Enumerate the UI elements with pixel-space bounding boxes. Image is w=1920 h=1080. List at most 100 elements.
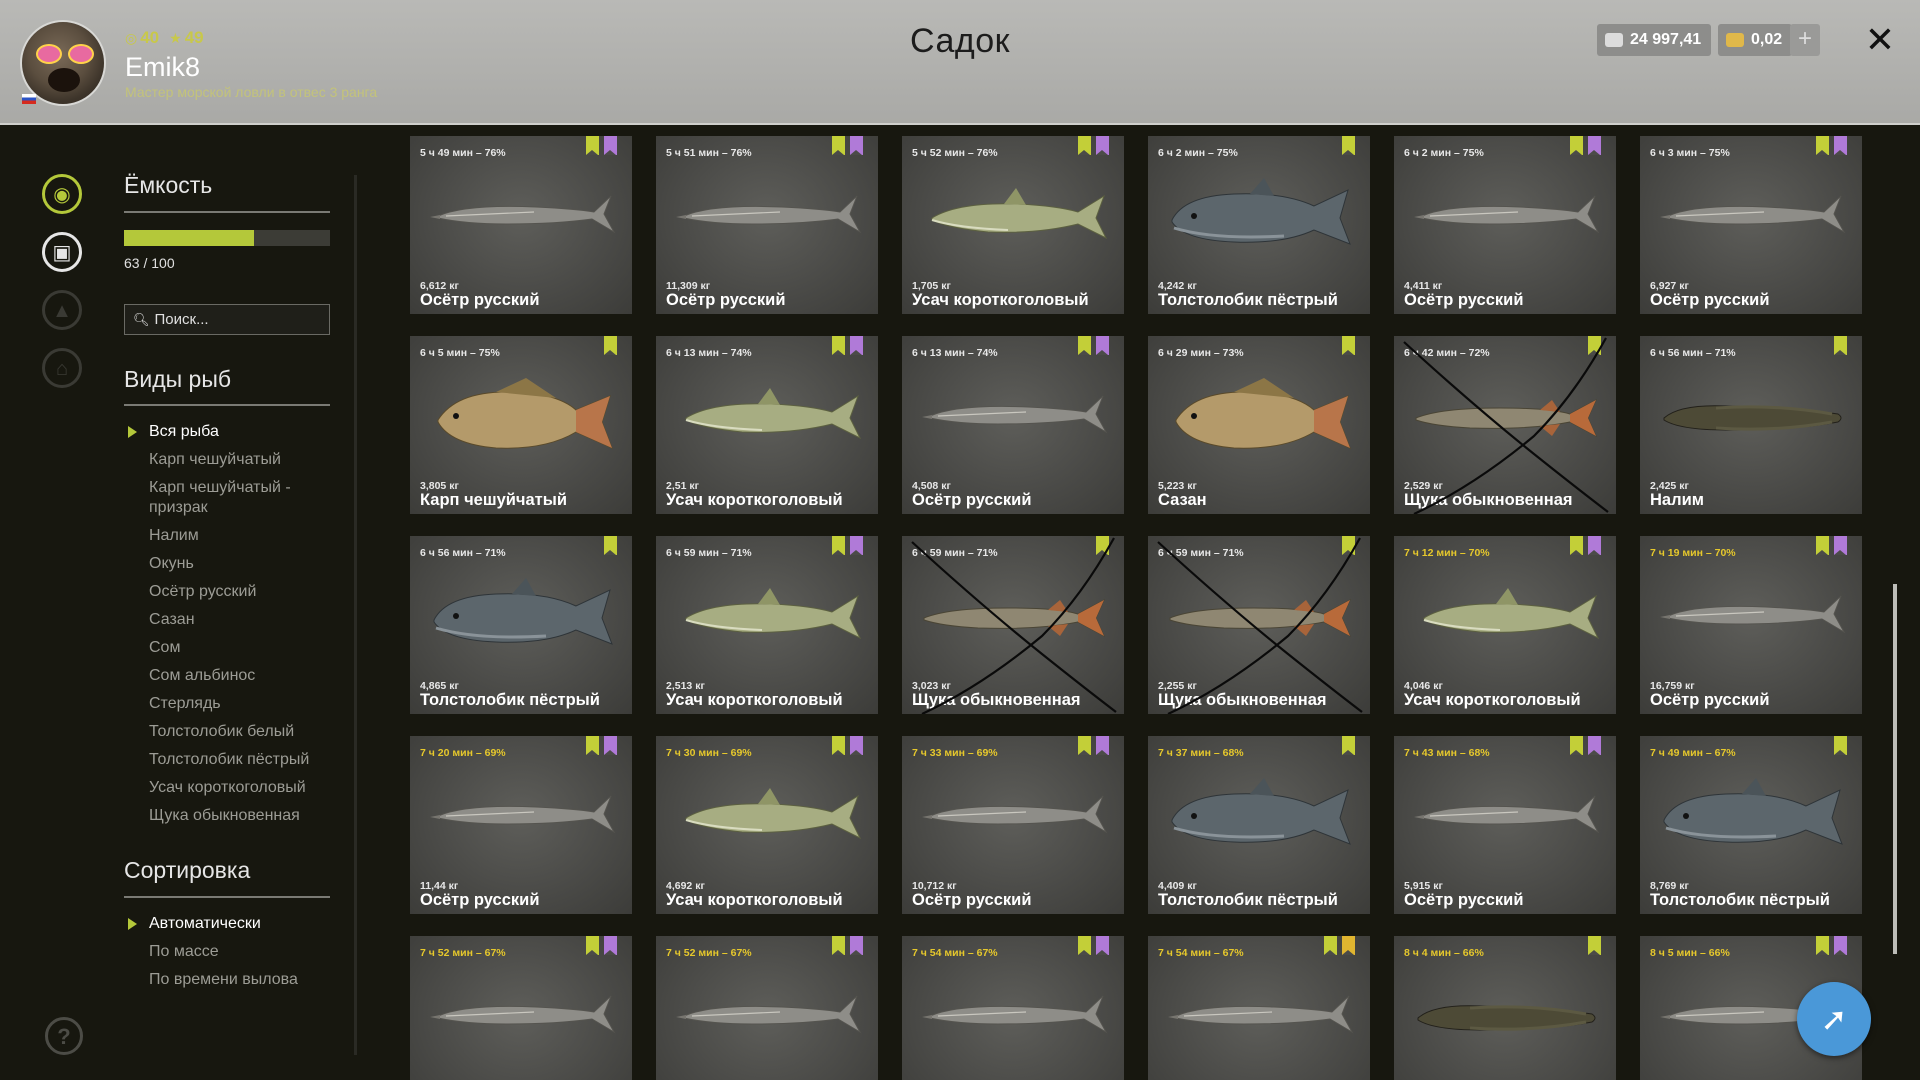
bookmark-marks (1588, 336, 1601, 355)
fish-name: Осётр русский (1650, 291, 1770, 309)
sturgeon-fish-image (676, 995, 862, 1034)
green-bookmark-icon (1570, 736, 1583, 755)
green-bookmark-icon (604, 336, 617, 355)
fish-card[interactable]: 6 ч 59 мин – 71% 3,023 кг Щука обыкновенна… (902, 536, 1124, 714)
sturgeon-fish-image (1168, 995, 1354, 1034)
fish-card[interactable]: 6 ч 5 мин – 75% 3,805 кг Карп чешуйчатый (410, 336, 632, 514)
cursor-mode-button[interactable]: ➚ (1797, 982, 1871, 1056)
green-bookmark-icon (1816, 136, 1829, 155)
green-bookmark-icon (1570, 136, 1583, 155)
divider (124, 404, 330, 406)
barbel-fish-image (685, 788, 862, 840)
purple-bookmark-icon (850, 936, 863, 955)
purple-bookmark-icon (850, 136, 863, 155)
species-filter-item[interactable]: Осётр русский (124, 582, 334, 602)
trophy-icon[interactable]: ▲ (42, 290, 82, 330)
fish-card[interactable]: 6 ч 56 мин – 71% 2,425 кг Налим (1640, 336, 1862, 514)
fish-card[interactable]: 6 ч 13 мин – 74% 4,508 кг Осётр русский (902, 336, 1124, 514)
cooler-icon[interactable]: ▣ (42, 232, 82, 272)
catch-time: 7 ч 52 мин – 67% (420, 947, 506, 959)
sort-option-item[interactable]: По массе (124, 942, 334, 962)
fish-card[interactable]: 5 ч 49 мин – 76% 6,612 кг Осётр русский (410, 136, 632, 314)
fish-card[interactable]: 7 ч 19 мин – 70% 16,759 кг Осётр русский (1640, 536, 1862, 714)
green-bookmark-icon (1342, 136, 1355, 155)
country-flag-icon (22, 94, 36, 104)
species-filter-item[interactable]: Толстолобик пёстрый (124, 750, 334, 770)
fish-card[interactable]: 7 ч 30 мин – 69% 4,692 кг Усач короткоголо… (656, 736, 878, 914)
fish-name: Осётр русский (666, 291, 786, 309)
fish-card[interactable]: 7 ч 20 мин – 69% 11,44 кг Осётр русский (410, 736, 632, 914)
sort-option-item[interactable]: По времени вылова (124, 970, 334, 990)
species-filter-item[interactable]: Налим (124, 526, 334, 546)
avatar-mouth (48, 68, 80, 92)
fish-card[interactable]: 7 ч 54 мин – 67%15,268 кгОсётр русский (902, 936, 1124, 1080)
fish-card[interactable]: 7 ч 12 мин – 70% 4,046 кг Усач короткоголо… (1394, 536, 1616, 714)
fish-card[interactable]: 8 ч 4 мин – 66%2,834 кгНалим (1394, 936, 1616, 1080)
sturgeon-fish-image (1660, 595, 1846, 634)
fish-card[interactable]: 7 ч 43 мин – 68% 5,915 кг Осётр русский (1394, 736, 1616, 914)
fish-name: Толстолобик пёстрый (1158, 291, 1338, 309)
fish-card[interactable]: 6 ч 2 мин – 75% 4,411 кг Осётр русский (1394, 136, 1616, 314)
species-filter-item[interactable]: Окунь (124, 554, 334, 574)
green-bookmark-icon (1078, 136, 1091, 155)
fish-card[interactable]: 6 ч 59 мин – 71% 2,255 кг Щука обыкновенна… (1148, 536, 1370, 714)
fish-name: Щука обыкновенная (1158, 691, 1327, 709)
carp-fish-image (1175, 378, 1351, 449)
green-bookmark-icon (1588, 936, 1601, 955)
divider (124, 896, 330, 898)
catch-time: 6 ч 13 мин – 74% (912, 347, 998, 359)
fish-card[interactable]: 6 ч 29 мин – 73% 5,223 кг Сазан (1148, 336, 1370, 514)
species-filter-item[interactable]: Сом (124, 638, 334, 658)
purple-bookmark-icon (604, 736, 617, 755)
fish-card[interactable]: 7 ч 49 мин – 67% 8,769 кг Толстолобик пёст… (1640, 736, 1862, 914)
fish-card[interactable]: 5 ч 52 мин – 76% 1,705 кг Усач короткоголо… (902, 136, 1124, 314)
fish-card[interactable]: 5 ч 51 мин – 76% 11,309 кг Осётр русский (656, 136, 878, 314)
fish-name: Щука обыкновенная (1404, 491, 1573, 509)
species-filter-item[interactable]: Вся рыба (124, 422, 334, 442)
species-filter-item[interactable]: Щука обыкновенная (124, 806, 334, 826)
keepnet-fish-icon[interactable]: ◉ (42, 174, 82, 214)
fish-name: Осётр русский (420, 891, 540, 909)
search-input[interactable]: 🔍︎ Поиск... (124, 304, 330, 335)
fish-name: Карп чешуйчатый (420, 491, 567, 509)
species-filter-item[interactable]: Усач короткоголовый (124, 778, 334, 798)
sturgeon-fish-image (430, 195, 616, 234)
home-icon[interactable]: ⌂ (42, 348, 82, 388)
add-currency-button[interactable]: + (1790, 24, 1820, 56)
bighead-fish-image (1171, 178, 1351, 245)
fish-card[interactable]: 6 ч 13 мин – 74% 2,51 кг Усач короткоголов… (656, 336, 878, 514)
help-icon[interactable]: ? (45, 1017, 83, 1055)
bookmark-marks (1834, 736, 1847, 755)
green-bookmark-icon (586, 736, 599, 755)
bookmark-marks (604, 336, 617, 355)
species-filter-item[interactable]: Сазан (124, 610, 334, 630)
fish-card[interactable]: 7 ч 37 мин – 68% 4,409 кг Толстолобик пёст… (1148, 736, 1370, 914)
sturgeon-fish-image (1414, 195, 1600, 234)
species-filter-item[interactable]: Толстолобик белый (124, 722, 334, 742)
fish-card[interactable]: 6 ч 42 мин – 72% 2,529 кг Щука обыкновенна… (1394, 336, 1616, 514)
catch-time: 7 ч 12 мин – 70% (1404, 547, 1490, 559)
bookmark-marks (1570, 736, 1601, 755)
species-filter-item[interactable]: Карп чешуйчатый (124, 450, 334, 470)
fish-card[interactable]: 6 ч 59 мин – 71% 2,513 кг Усач короткоголо… (656, 536, 878, 714)
catch-time: 6 ч 2 мин – 75% (1158, 147, 1238, 159)
silver-value: 24 997,41 (1630, 31, 1702, 48)
catch-time: 8 ч 5 мин – 66% (1650, 947, 1730, 959)
sort-option-item[interactable]: Автоматически (124, 914, 334, 934)
filter-panel-scrollbar[interactable] (354, 175, 357, 1055)
close-button[interactable]: ✕ (1862, 22, 1898, 58)
fish-card[interactable]: 6 ч 56 мин – 71% 4,865 кг Толстолобик пёст… (410, 536, 632, 714)
bookmark-marks (1342, 736, 1355, 755)
grid-scrollbar[interactable] (1893, 584, 1897, 954)
species-filter-item[interactable]: Стерлядь (124, 694, 334, 714)
fish-card[interactable]: 7 ч 52 мин – 67%6,703 кгОсётр русский (656, 936, 878, 1080)
bookmark-marks (1078, 736, 1109, 755)
fish-card[interactable]: 7 ч 33 мин – 69% 10,712 кг Осётр русский (902, 736, 1124, 914)
fish-card[interactable]: 7 ч 52 мин – 67%10,058 кгОсётр русский (410, 936, 632, 1080)
fish-card[interactable]: 6 ч 3 мин – 75% 6,927 кг Осётр русский (1640, 136, 1862, 314)
fish-card[interactable]: 6 ч 2 мин – 75% 4,242 кг Толстолобик пёстр… (1148, 136, 1370, 314)
fish-card[interactable]: 7 ч 54 мин – 67%10,220 кгСтерлядь (1148, 936, 1370, 1080)
gold-bookmark-icon (1342, 936, 1355, 955)
species-filter-item[interactable]: Сом альбинос (124, 666, 334, 686)
species-filter-item[interactable]: Карп чешуйчатый - призрак (124, 478, 334, 518)
